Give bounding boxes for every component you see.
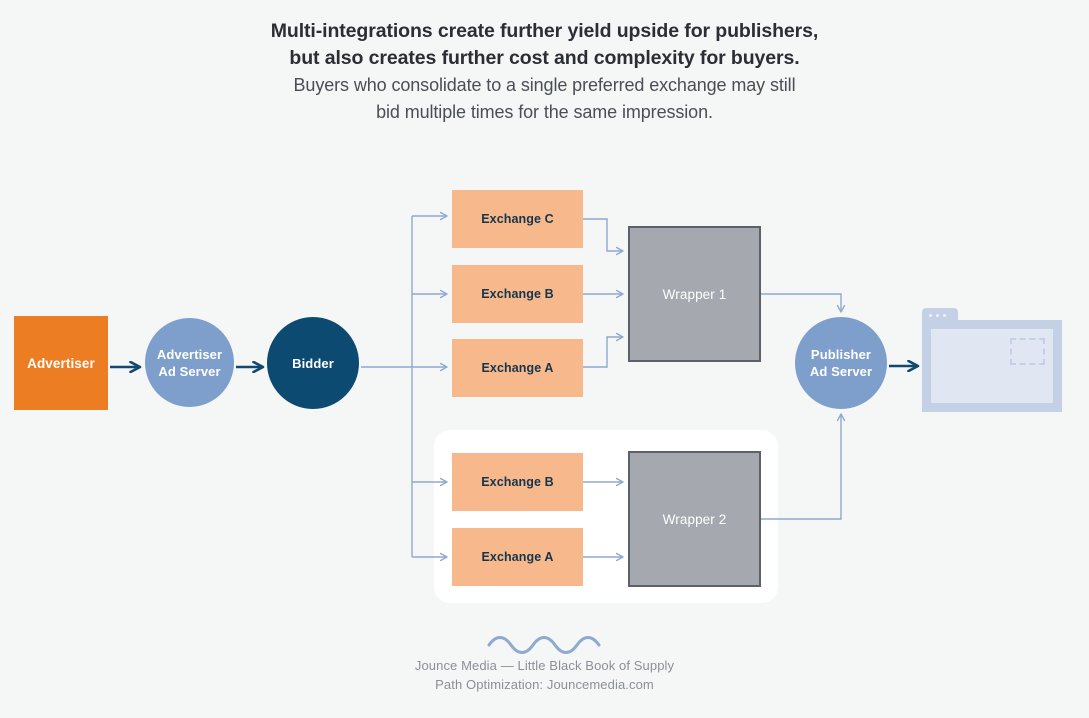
- wrapper-2-label: Wrapper 2: [662, 511, 727, 527]
- footer-block: Jounce Media — Little Black Book of Supp…: [0, 634, 1089, 694]
- node-exchange-a-group1[interactable]: Exchange A: [452, 339, 583, 397]
- ad-slot-icon: [1010, 338, 1045, 365]
- node-wrapper-2[interactable]: Wrapper 2: [628, 451, 761, 587]
- browser-dot-1-icon: [929, 314, 932, 317]
- node-exchange-c-group1[interactable]: Exchange C: [452, 190, 583, 248]
- exchange-c-group1-label: Exchange C: [481, 212, 554, 226]
- wrapper-1-label: Wrapper 1: [662, 286, 727, 302]
- node-advertiser-ad-server-label: Advertiser Ad Server: [157, 346, 222, 380]
- node-advertiser-ad-server[interactable]: Advertiser Ad Server: [145, 318, 234, 407]
- diagram-canvas: Multi-integrations create further yield …: [0, 0, 1089, 718]
- node-exchange-b-group1[interactable]: Exchange B: [452, 265, 583, 323]
- node-advertiser-label: Advertiser: [27, 355, 95, 371]
- squiggle-divider-icon: [0, 634, 1089, 656]
- node-exchange-a-group2[interactable]: Exchange A: [452, 528, 583, 586]
- node-publisher-ad-server[interactable]: Publisher Ad Server: [795, 317, 887, 409]
- exchange-a-group2-label: Exchange A: [481, 550, 554, 564]
- node-publisher-ad-server-label: Publisher Ad Server: [810, 346, 872, 380]
- node-bidder[interactable]: Bidder: [267, 317, 359, 409]
- browser-dot-3-icon: [943, 314, 946, 317]
- browser-frame: [922, 320, 1062, 412]
- node-wrapper-1[interactable]: Wrapper 1: [628, 226, 761, 362]
- browser-screen: [931, 329, 1053, 403]
- advertiser-ad-server-line-1: Advertiser: [156, 346, 223, 362]
- exchange-b-group2-label: Exchange B: [481, 475, 554, 489]
- browser-dot-2-icon: [936, 314, 939, 317]
- node-advertiser[interactable]: Advertiser: [14, 316, 108, 410]
- advertiser-ad-server-line-2: Ad Server: [158, 363, 221, 379]
- publisher-ad-server-line-2: Ad Server: [809, 364, 873, 379]
- footer-line-1: Jounce Media — Little Black Book of Supp…: [414, 658, 675, 673]
- node-bidder-label: Bidder: [292, 355, 334, 371]
- node-exchange-b-group2[interactable]: Exchange B: [452, 453, 583, 511]
- browser-window-icon: [922, 308, 1062, 412]
- publisher-ad-server-line-1: Publisher: [810, 347, 872, 362]
- exchange-b-group1-label: Exchange B: [481, 287, 554, 301]
- footer-line-2: Path Optimization: Jouncemedia.com: [435, 677, 654, 692]
- exchange-a-group1-label: Exchange A: [481, 361, 554, 375]
